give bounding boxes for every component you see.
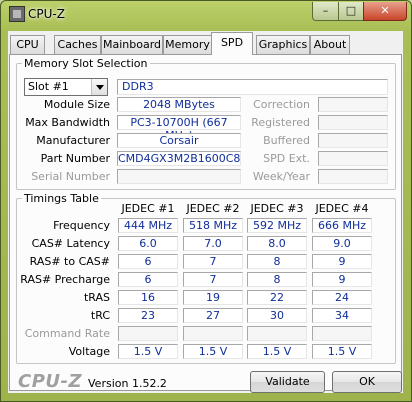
timing-cell: 592 MHz — [247, 218, 307, 233]
tab-spd[interactable]: SPD — [211, 32, 253, 55]
timing-row-label: tRAS — [83, 291, 110, 304]
cpuz-window: CPU-Z – □ ✕ CPU Caches Mainboard Memory … — [0, 0, 412, 402]
maximize-button[interactable]: □ — [338, 2, 364, 21]
timing-cell — [312, 326, 372, 341]
timing-cell: 9.0 — [312, 236, 372, 251]
timing-row-label: Frequency — [53, 219, 110, 232]
timing-cell — [247, 326, 307, 341]
timing-cell: 22 — [247, 290, 307, 305]
timings-col-header: JEDEC #2 — [186, 202, 240, 215]
timing-cell: 8 — [247, 254, 307, 269]
timings-col-header: JEDEC #3 — [250, 202, 304, 215]
tab-cpu[interactable]: CPU — [10, 35, 45, 54]
timing-row-label: tRC — [90, 309, 110, 322]
timing-cell: 6.0 — [118, 236, 178, 251]
timing-cell: 7.0 — [183, 236, 243, 251]
correction-value — [318, 97, 388, 112]
client-area: CPU Caches Mainboard Memory SPD Graphics… — [8, 31, 403, 393]
registered-label: Registered — [251, 116, 310, 129]
timing-cell: 27 — [183, 308, 243, 323]
timing-cell: 34 — [312, 308, 372, 323]
memory-type-field: DDR3 — [117, 79, 388, 95]
part-number-label: Part Number — [40, 152, 110, 165]
timing-cell: 1.5 V — [312, 344, 372, 359]
timing-cell: 9 — [312, 254, 372, 269]
timing-row-label: CAS# Latency — [31, 237, 110, 250]
ok-button[interactable]: OK — [332, 371, 402, 393]
timing-cell: 16 — [118, 290, 178, 305]
validate-button[interactable]: Validate — [250, 371, 325, 393]
serial-number-value — [117, 169, 241, 184]
app-icon — [9, 6, 25, 22]
timing-row-label: Command Rate — [24, 327, 110, 340]
minimize-button[interactable]: – — [312, 2, 339, 21]
timing-cell: 444 MHz — [118, 218, 178, 233]
max-bandwidth-label: Max Bandwidth — [25, 116, 110, 129]
timing-row-label: Voltage — [68, 345, 110, 358]
max-bandwidth-value: PC3-10700H (667 MHz) — [117, 115, 241, 142]
timing-cell: 24 — [312, 290, 372, 305]
timing-cell: 1.5 V — [118, 344, 178, 359]
correction-label: Correction — [253, 98, 310, 111]
part-number-value: CMD4GX3M2B1600C8 — [117, 151, 241, 166]
window-title: CPU-Z — [28, 7, 65, 21]
timing-cell: 23 — [118, 308, 178, 323]
module-size-value: 2048 MBytes — [117, 97, 241, 112]
timing-cell — [118, 326, 178, 341]
timings-col-header: JEDEC #1 — [121, 202, 175, 215]
spd-ext-value — [318, 151, 388, 166]
timing-row-label: RAS# to CAS# — [29, 255, 110, 268]
slot-select[interactable]: Slot #1 — [24, 78, 108, 96]
timing-cell — [183, 326, 243, 341]
timing-cell: 19 — [183, 290, 243, 305]
manufacturer-label: Manufacturer — [36, 134, 110, 147]
timing-cell: 518 MHz — [183, 218, 243, 233]
slot-select-value: Slot #1 — [28, 80, 69, 93]
tab-memory[interactable]: Memory — [163, 35, 212, 54]
timing-cell: 9 — [312, 272, 372, 287]
title-bar[interactable]: CPU-Z – □ ✕ — [1, 1, 411, 27]
buffered-label: Buffered — [263, 134, 310, 147]
timing-row-label: RAS# Precharge — [20, 273, 110, 286]
chevron-down-icon[interactable] — [91, 79, 107, 95]
serial-number-label: Serial Number — [31, 170, 110, 183]
timings-col-header: JEDEC #4 — [315, 202, 369, 215]
tab-mainboard[interactable]: Mainboard — [101, 35, 163, 54]
timing-cell: 6 — [118, 254, 178, 269]
timing-cell: 1.5 V — [183, 344, 243, 359]
version-label: Version 1.52.2 — [88, 377, 167, 390]
close-button[interactable]: ✕ — [363, 2, 407, 21]
timing-cell: 666 MHz — [312, 218, 372, 233]
timing-cell: 30 — [247, 308, 307, 323]
buffered-value — [318, 133, 388, 148]
cpuz-logo: CPU-Z — [18, 371, 83, 392]
tab-bar: CPU Caches Mainboard Memory SPD Graphics… — [8, 31, 403, 55]
tab-caches[interactable]: Caches — [54, 35, 101, 54]
manufacturer-value: Corsair — [117, 133, 241, 148]
timings-legend: Timings Table — [24, 192, 99, 205]
tab-graphics[interactable]: Graphics — [256, 35, 310, 54]
registered-value — [318, 115, 388, 130]
timing-cell: 8.0 — [247, 236, 307, 251]
timing-cell: 7 — [183, 254, 243, 269]
timing-cell: 7 — [183, 272, 243, 287]
spd-ext-label: SPD Ext. — [263, 152, 310, 165]
memory-slot-legend: Memory Slot Selection — [24, 57, 148, 70]
week-year-value — [318, 169, 388, 184]
timing-cell: 1.5 V — [247, 344, 307, 359]
module-size-label: Module Size — [43, 98, 110, 111]
tab-about[interactable]: About — [310, 35, 350, 54]
timing-cell: 6 — [118, 272, 178, 287]
timing-cell: 8 — [247, 272, 307, 287]
week-year-label: Week/Year — [252, 170, 310, 183]
